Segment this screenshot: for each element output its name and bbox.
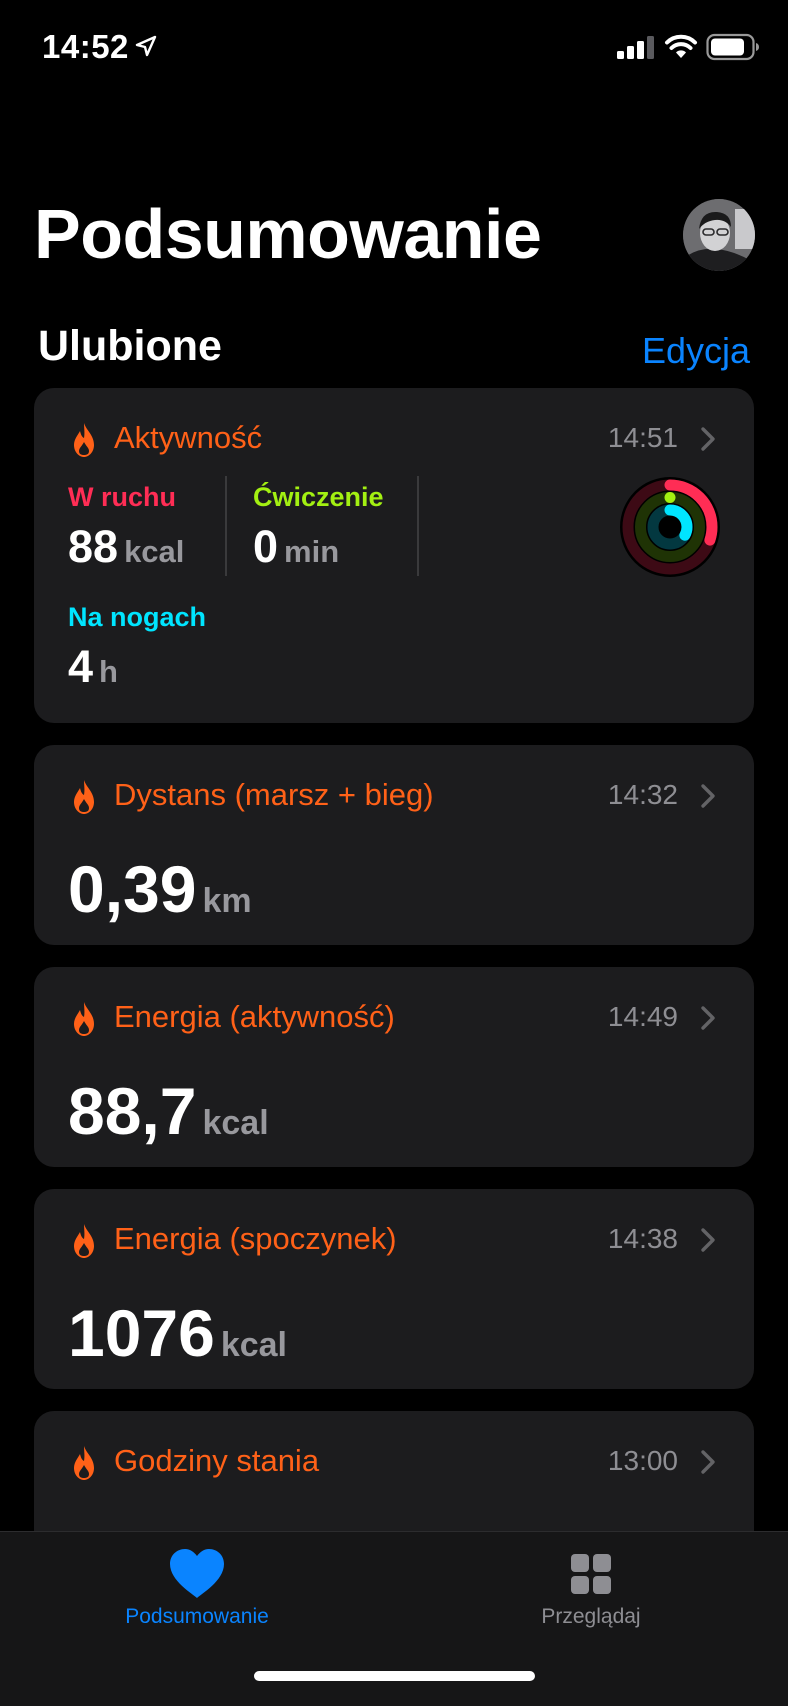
card-time: 14:51 [607,422,678,453]
value-unit: kcal [220,1326,288,1364]
divider [417,476,419,576]
move-label: W ruchu [68,482,176,512]
exercise-number: 0 [253,521,279,572]
card-value: 88,7 kcal [68,1073,269,1149]
activity-card[interactable]: Aktywność 14:51 W ruchu 88 kcal Ćwiczenie… [34,388,754,723]
move-unit: kcal [124,534,185,569]
value-unit: km [202,882,252,920]
chevron-right-icon [701,784,715,808]
tab-label: Przeglądaj [541,1605,641,1628]
chevron-right-icon [701,1228,715,1252]
card-header: Energia (aktywność) 14:49 [70,997,718,1041]
active-energy-card[interactable]: Energia (aktywność) 14:49 88,7 kcal [34,967,754,1167]
move-number: 88 [68,521,119,572]
flame-icon [74,1002,94,1036]
exercise-unit: min [284,534,340,569]
battery-icon [706,33,759,61]
location-arrow-icon [135,35,157,57]
page-title: Podsumowanie [34,195,542,273]
avatar-photo [683,199,755,271]
stand-unit: h [99,654,118,689]
value-number: 1076 [68,1296,215,1370]
divider [225,476,227,576]
stand-value: 4h [68,641,118,693]
grid-icon [571,1554,611,1594]
exercise-label: Ćwiczenie [253,482,384,512]
tab-browse[interactable]: Przeglądaj [394,1532,788,1652]
card-header: Dystans (marsz + bieg) 14:32 [70,775,718,819]
section-header-favorites: Ulubione [38,322,222,370]
chevron-right-icon [701,1006,715,1030]
edit-button[interactable]: Edycja [642,330,750,372]
card-header: Energia (spoczynek) 14:38 [70,1219,718,1263]
card-value: 1076 kcal [68,1295,287,1371]
card-title: Energia (spoczynek) [114,1221,397,1256]
card-title: Dystans (marsz + bieg) [114,777,434,812]
card-header: Aktywność 14:51 [70,418,718,462]
value-number: 0,39 [68,852,197,926]
flame-icon [74,1224,94,1258]
home-indicator[interactable] [254,1671,535,1681]
value-number: 88,7 [68,1074,197,1148]
tab-label: Podsumowanie [125,1605,269,1628]
chevron-right-icon [701,427,715,451]
tab-summary[interactable]: Podsumowanie [0,1532,394,1652]
move-value: 88 kcal [68,521,184,573]
distance-card[interactable]: Dystans (marsz + bieg) 14:32 0,39 km [34,745,754,945]
card-value: 0,39 km [68,851,252,927]
flame-icon [74,423,94,457]
exercise-value: 0 min [253,521,339,573]
card-title: Godziny stania [114,1443,320,1478]
resting-energy-card[interactable]: Energia (spoczynek) 14:38 1076 kcal [34,1189,754,1389]
card-title: Aktywność [114,420,263,455]
heart-icon [170,1549,224,1598]
status-bar: 14:52 [0,0,788,100]
card-header: Godziny stania 13:00 [70,1441,718,1485]
card-time: 14:38 [607,1223,678,1254]
card-time: 14:49 [607,1001,678,1032]
chevron-right-icon [701,1450,715,1474]
stand-label: Na nogach [68,602,207,632]
activity-rings-icon [620,477,720,577]
flame-icon [74,1446,94,1480]
cellular-signal-icon [617,36,654,59]
card-time: 13:00 [607,1445,678,1476]
wifi-icon [665,34,697,58]
card-time: 14:32 [607,779,678,810]
status-time: 14:52 [42,28,129,65]
card-title: Energia (aktywność) [114,999,395,1034]
avatar[interactable] [683,199,755,271]
flame-icon [74,780,94,814]
value-unit: kcal [202,1104,269,1142]
stand-number: 4 [68,641,94,692]
